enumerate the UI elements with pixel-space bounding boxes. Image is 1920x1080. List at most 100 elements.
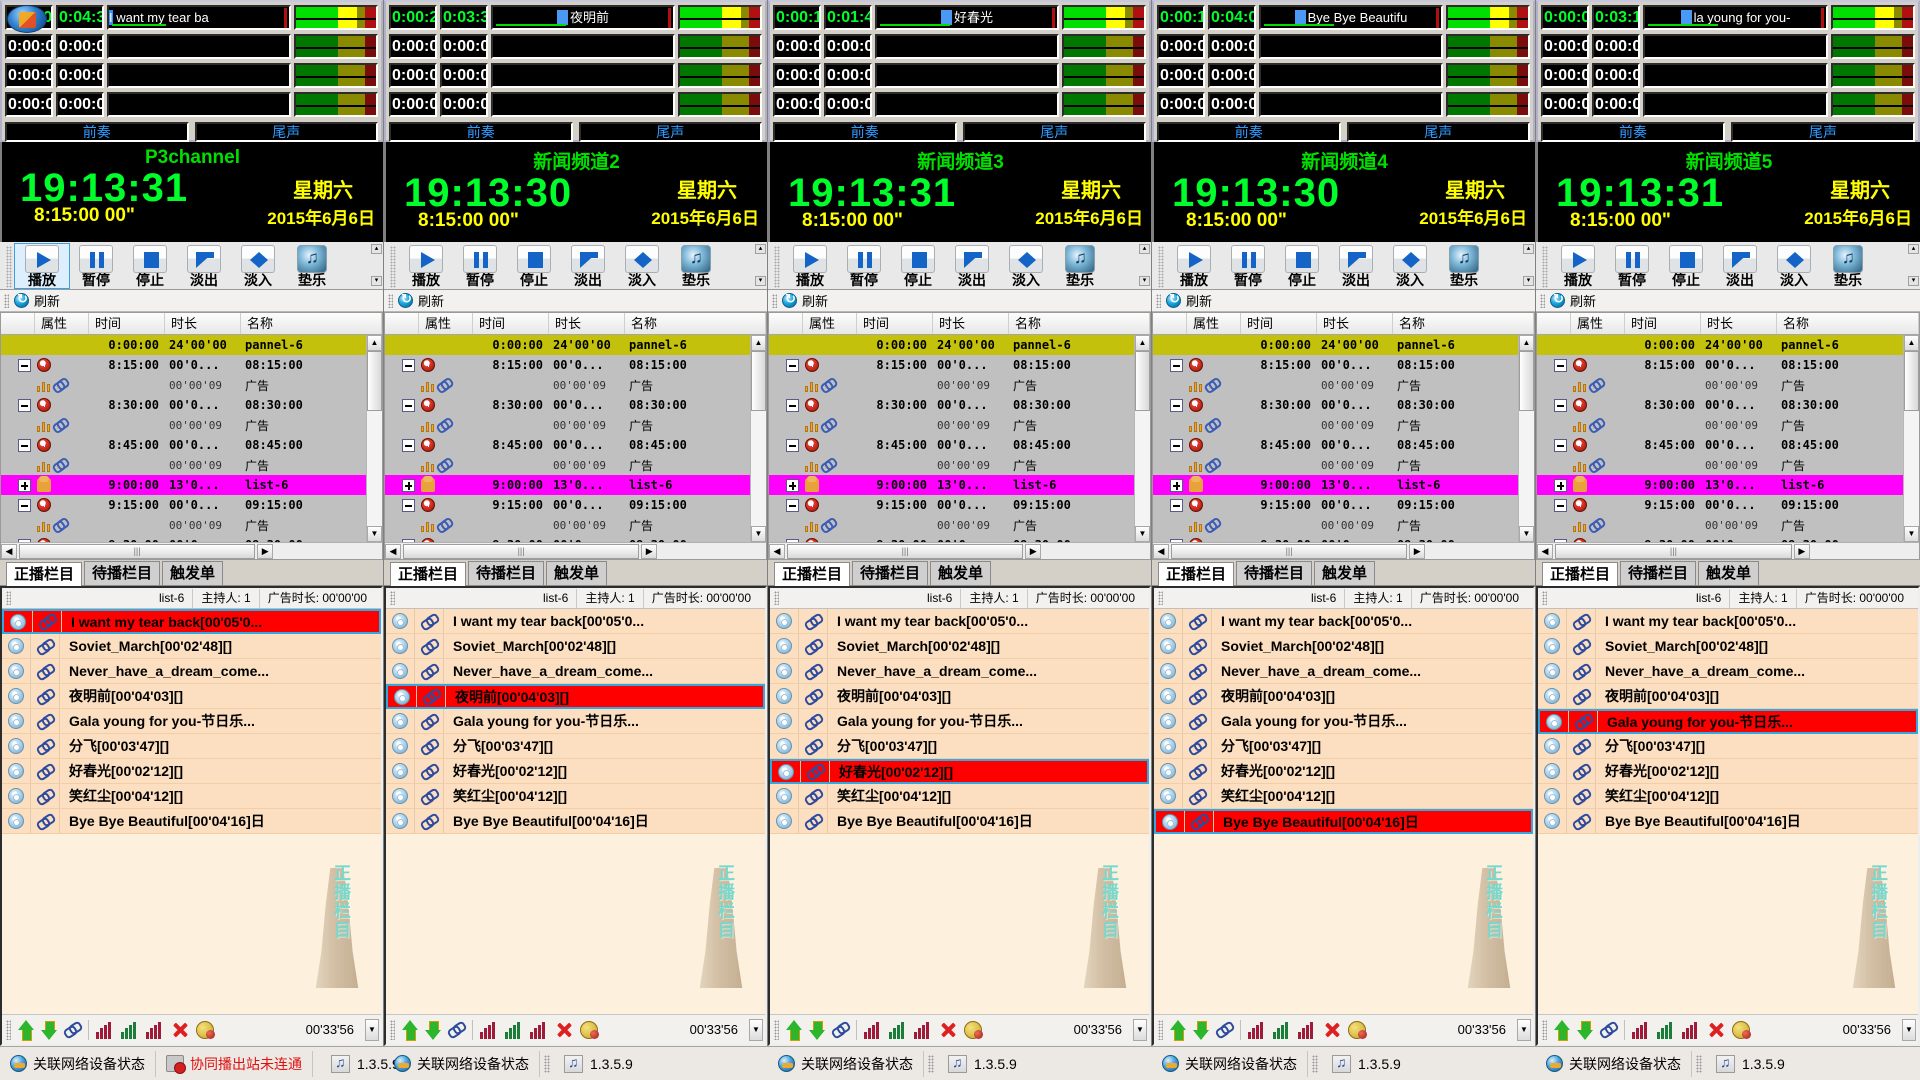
list-item[interactable]: I want my tear back[00'05'0... [2, 609, 381, 634]
scroll-up-icon[interactable]: ▴ [755, 244, 766, 254]
table-row[interactable]: 8:15:00 00'0... 08:15:00 [1537, 355, 1903, 375]
playlist-scroll-button[interactable]: ▼ [1902, 1018, 1916, 1041]
delete-button[interactable] [171, 1021, 189, 1039]
playlist-toolbar-grip[interactable] [1158, 1019, 1163, 1040]
table-row[interactable]: 00'00'09 广告 [385, 455, 750, 475]
fade-in-button[interactable]: 淡入 [999, 244, 1053, 288]
table-row[interactable]: 9:30:0000'0...09:30:00 [1153, 535, 1518, 542]
refresh-label[interactable]: 刷新 [1570, 291, 1596, 310]
expand-toggle-icon[interactable] [1554, 498, 1567, 512]
scroll-down-icon[interactable]: ▾ [1908, 276, 1919, 286]
pause-button[interactable]: 暂停 [837, 244, 891, 288]
table-row[interactable]: 9:00:00 13'0... list-6 [385, 475, 750, 495]
table-row[interactable]: 00'00'09 广告 [1537, 415, 1903, 435]
fade-out-button[interactable]: 淡出 [177, 244, 231, 288]
toolbar-overflow-scroll[interactable]: ▴ ▾ [1523, 244, 1534, 286]
toolbar-grip[interactable] [1542, 246, 1548, 288]
table-row[interactable]: 00'00'09 广告 [769, 515, 1134, 535]
scroll-left-arrow-icon[interactable]: ◀ [385, 543, 401, 559]
table-row[interactable]: 9:15:00 00'0... 09:15:00 [385, 495, 750, 515]
scroll-right-arrow-icon[interactable]: ▶ [1025, 543, 1042, 559]
refresh-icon[interactable] [1166, 291, 1181, 308]
list-item[interactable]: Soviet_March[00'02'48][] [1538, 634, 1918, 659]
table-row[interactable]: 9:15:00 00'0... 09:15:00 [769, 495, 1134, 515]
fade-in-button[interactable]: 淡入 [1383, 244, 1437, 288]
table-row[interactable]: 00'00'09 广告 [769, 375, 1134, 395]
list-item[interactable]: 好春光[00'02'12][] [2, 759, 381, 784]
scrollbar-thumb[interactable] [1135, 351, 1150, 411]
list-item[interactable]: Never_have_a_dream_come... [2, 659, 381, 684]
tab-0[interactable]: 正播栏目 [1158, 562, 1235, 586]
scrollbar-thumb[interactable] [751, 351, 766, 411]
expand-toggle-icon[interactable] [18, 358, 31, 372]
table-row[interactable]: 00'00'09 广告 [1, 415, 366, 435]
expand-toggle-icon[interactable] [402, 538, 415, 542]
list-item[interactable]: Gala young for you-节日乐... [386, 709, 765, 734]
table-row[interactable]: 00'00'09 广告 [769, 415, 1134, 435]
expand-toggle-icon[interactable] [402, 398, 415, 412]
status-grip[interactable] [1696, 1054, 1702, 1073]
scrollbar-track[interactable] [367, 351, 382, 526]
move-up-button[interactable] [786, 1019, 802, 1041]
list-item[interactable]: Gala young for you-节日乐... [2, 709, 381, 734]
playlist-toolbar-grip[interactable] [774, 1019, 779, 1040]
move-down-button[interactable] [1577, 1020, 1593, 1040]
toolbar-overflow-scroll[interactable]: ▴ ▾ [1139, 244, 1150, 286]
equalizer-red-button[interactable] [480, 1021, 498, 1039]
schedule-horizontal-scrollbar[interactable]: ◀ ||| ▶ [769, 542, 1150, 559]
tab-1[interactable]: 待播栏目 [1236, 561, 1313, 585]
list-item[interactable]: 分飞[00'03'47][] [1154, 734, 1533, 759]
table-row[interactable]: 9:15:00 00'0... 09:15:00 [1537, 495, 1903, 515]
refresh-icon[interactable] [1550, 291, 1565, 308]
background-music-button[interactable]: 垫乐 [669, 244, 723, 288]
schedule-vertical-scrollbar[interactable]: ▲ ▼ [750, 335, 766, 542]
equalizer-mixed-button[interactable] [146, 1021, 164, 1039]
table-row[interactable]: 0:00:00 24'00'00 pannel-6 [1537, 335, 1903, 355]
schedule-horizontal-scrollbar[interactable]: ◀ ||| ▶ [1, 542, 382, 559]
list-item[interactable]: Soviet_March[00'02'48][] [2, 634, 381, 659]
list-item[interactable]: 分飞[00'03'47][] [770, 734, 1149, 759]
expand-toggle-icon[interactable] [1170, 538, 1183, 542]
list-item[interactable]: Never_have_a_dream_come... [770, 659, 1149, 684]
list-item[interactable]: I want my tear back[00'05'0... [386, 609, 765, 634]
table-row[interactable]: 8:45:00 00'0... 08:45:00 [769, 435, 1134, 455]
network-device-status[interactable]: 关联网络设备状态 [384, 1050, 540, 1077]
move-up-button[interactable] [1554, 1019, 1570, 1041]
table-row[interactable]: 9:00:00 13'0... list-6 [1, 475, 366, 495]
fade-out-button[interactable]: 淡出 [561, 244, 615, 288]
fade-out-button[interactable]: 淡出 [945, 244, 999, 288]
apple-button[interactable] [1732, 1020, 1751, 1039]
list-item[interactable]: Gala young for you-节日乐... [1538, 709, 1918, 734]
network-device-status[interactable]: 关联网络设备状态 [1536, 1050, 1692, 1077]
playlist-info-grip[interactable] [1158, 591, 1163, 605]
table-row[interactable]: 9:15:00 00'0... 09:15:00 [1153, 495, 1518, 515]
scroll-down-arrow-icon[interactable]: ▼ [1135, 526, 1150, 542]
toolbar-grip[interactable] [1158, 246, 1164, 288]
fade-out-button[interactable]: 淡出 [1713, 244, 1767, 288]
schedule-horizontal-scrollbar[interactable]: ◀ ||| ▶ [1153, 542, 1534, 559]
tab-2[interactable]: 触发单 [930, 561, 992, 585]
list-item[interactable]: Bye Bye Beautiful[00'04'16]日 [386, 809, 765, 834]
scroll-down-icon[interactable]: ▾ [755, 276, 766, 286]
tab-2[interactable]: 触发单 [1698, 561, 1760, 585]
scroll-right-arrow-icon[interactable]: ▶ [1793, 543, 1810, 559]
list-item[interactable]: Bye Bye Beautiful[00'04'16]日 [770, 809, 1149, 834]
scrollbar-thumb[interactable]: ||| [1171, 543, 1408, 559]
equalizer-green-button[interactable] [889, 1021, 907, 1039]
schedule-vertical-scrollbar[interactable]: ▲ ▼ [366, 335, 382, 542]
list-item[interactable]: I want my tear back[00'05'0... [1538, 609, 1918, 634]
list-item[interactable]: I want my tear back[00'05'0... [770, 609, 1149, 634]
refresh-label[interactable]: 刷新 [34, 291, 60, 310]
table-row[interactable]: 9:30:0000'0...09:30:00 [385, 535, 750, 542]
table-row[interactable]: 00'00'09 广告 [1153, 375, 1518, 395]
move-down-button[interactable] [41, 1020, 57, 1040]
scroll-down-arrow-icon[interactable]: ▼ [751, 526, 766, 542]
expand-toggle-icon[interactable] [18, 398, 31, 412]
table-row[interactable]: 9:30:0000'0...09:30:00 [1537, 535, 1903, 542]
expand-toggle-icon[interactable] [786, 398, 799, 412]
move-down-button[interactable] [425, 1020, 441, 1040]
table-row[interactable]: 8:30:00 00'0... 08:30:00 [385, 395, 750, 415]
background-music-button[interactable]: 垫乐 [1437, 244, 1491, 288]
list-item[interactable]: 笑红尘[00'04'12][] [386, 784, 765, 809]
refresh-bar-grip[interactable] [1540, 293, 1545, 308]
